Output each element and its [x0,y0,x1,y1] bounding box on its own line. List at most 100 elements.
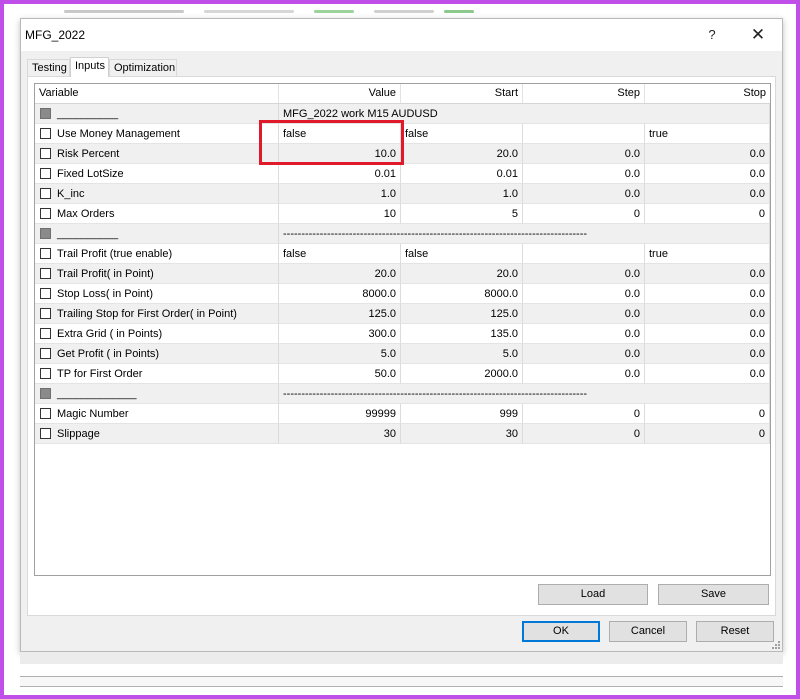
stop-cell[interactable]: 0.0 [645,264,770,284]
table-row[interactable]: Extra Grid ( in Points) 300.0 135.0 0.0 0.0 [35,324,770,344]
start-cell[interactable]: 5.0 [401,344,523,364]
stop-cell[interactable]: 0 [645,204,770,224]
optimize-checkbox[interactable] [40,288,51,299]
start-cell[interactable]: 5 [401,204,523,224]
start-cell[interactable]: 30 [401,424,523,444]
stop-cell[interactable]: 0.0 [645,144,770,164]
section-row[interactable]: _____________ ---------------------------… [35,384,770,404]
optimize-checkbox[interactable] [40,308,51,319]
tab-optimization[interactable]: Optimization [109,59,177,76]
start-cell[interactable]: 0.01 [401,164,523,184]
table-row[interactable]: Trailing Stop for First Order( in Point)… [35,304,770,324]
ok-button[interactable]: OK [522,621,600,642]
stop-cell[interactable]: 0.0 [645,184,770,204]
value-cell[interactable]: 1.0 [279,184,401,204]
optimize-checkbox[interactable] [40,268,51,279]
value-cell[interactable]: 0.01 [279,164,401,184]
start-cell[interactable]: 1.0 [401,184,523,204]
optimize-checkbox[interactable] [40,208,51,219]
stop-cell[interactable]: 0 [645,404,770,424]
column-header-variable[interactable]: Variable [35,84,279,103]
table-row[interactable]: Trail Profit( in Point) 20.0 20.0 0.0 0.0 [35,264,770,284]
optimize-checkbox[interactable] [40,248,51,259]
table-row[interactable]: TP for First Order 50.0 2000.0 0.0 0.0 [35,364,770,384]
step-cell[interactable]: 0.0 [523,144,645,164]
start-cell[interactable]: 20.0 [401,144,523,164]
table-row[interactable]: Use Money Management false false true [35,124,770,144]
step-cell[interactable]: 0.0 [523,344,645,364]
stop-cell[interactable]: 0.0 [645,304,770,324]
value-cell[interactable]: 125.0 [279,304,401,324]
step-cell[interactable]: 0.0 [523,304,645,324]
stop-cell[interactable]: 0.0 [645,344,770,364]
cancel-button[interactable]: Cancel [609,621,687,642]
value-cell[interactable]: 300.0 [279,324,401,344]
start-cell[interactable]: 135.0 [401,324,523,344]
step-cell[interactable]: 0.0 [523,284,645,304]
stop-cell[interactable]: 0.0 [645,164,770,184]
optimize-checkbox[interactable] [40,368,51,379]
reset-button[interactable]: Reset [696,621,774,642]
start-cell[interactable]: 999 [401,404,523,424]
table-row[interactable]: Max Orders 10 5 0 0 [35,204,770,224]
step-cell[interactable]: 0.0 [523,324,645,344]
step-cell[interactable]: 0 [523,424,645,444]
step-cell[interactable]: 0.0 [523,264,645,284]
step-cell[interactable]: 0.0 [523,164,645,184]
value-cell[interactable]: 5.0 [279,344,401,364]
step-cell[interactable] [523,244,645,264]
section-row[interactable]: __________ ------------------------------… [35,224,770,244]
optimize-checkbox[interactable] [40,348,51,359]
value-cell[interactable]: 50.0 [279,364,401,384]
table-row[interactable]: Magic Number 99999 999 0 0 [35,404,770,424]
step-cell[interactable]: 0.0 [523,184,645,204]
optimize-checkbox[interactable] [40,408,51,419]
optimize-checkbox[interactable] [40,148,51,159]
value-cell[interactable]: 30 [279,424,401,444]
stop-cell[interactable]: 0.0 [645,364,770,384]
step-cell[interactable] [523,124,645,144]
help-button[interactable]: ? [697,23,727,47]
step-cell[interactable]: 0.0 [523,364,645,384]
value-cell[interactable]: false [279,124,401,144]
value-cell[interactable]: 10.0 [279,144,401,164]
table-row[interactable]: Trail Profit (true enable) false false true [35,244,770,264]
column-header-start[interactable]: Start [401,84,523,103]
column-header-step[interactable]: Step [523,84,645,103]
table-row[interactable]: Risk Percent 10.0 20.0 0.0 0.0 [35,144,770,164]
table-row[interactable]: Slippage 30 30 0 0 [35,424,770,444]
stop-cell[interactable]: true [645,244,770,264]
table-row[interactable]: Get Profit ( in Points) 5.0 5.0 0.0 0.0 [35,344,770,364]
value-cell[interactable]: 10 [279,204,401,224]
optimize-checkbox[interactable] [40,428,51,439]
start-cell[interactable]: 8000.0 [401,284,523,304]
stop-cell[interactable]: 0.0 [645,284,770,304]
table-row[interactable]: Fixed LotSize 0.01 0.01 0.0 0.0 [35,164,770,184]
step-cell[interactable]: 0 [523,204,645,224]
stop-cell[interactable]: 0 [645,424,770,444]
start-cell[interactable]: 125.0 [401,304,523,324]
start-cell[interactable]: false [401,124,523,144]
stop-cell[interactable]: 0.0 [645,324,770,344]
start-cell[interactable]: 20.0 [401,264,523,284]
start-cell[interactable]: 2000.0 [401,364,523,384]
column-header-stop[interactable]: Stop [645,84,770,103]
value-cell[interactable]: false [279,244,401,264]
save-button[interactable]: Save [658,584,769,605]
column-header-value[interactable]: Value [279,84,401,103]
section-row[interactable]: __________ MFG_2022 work M15 AUDUSD [35,104,770,124]
optimize-checkbox[interactable] [40,168,51,179]
start-cell[interactable]: false [401,244,523,264]
table-row[interactable]: K_inc 1.0 1.0 0.0 0.0 [35,184,770,204]
step-cell[interactable]: 0 [523,404,645,424]
value-cell[interactable]: 8000.0 [279,284,401,304]
stop-cell[interactable]: true [645,124,770,144]
tab-testing[interactable]: Testing [27,59,70,76]
optimize-checkbox[interactable] [40,128,51,139]
load-button[interactable]: Load [538,584,648,605]
table-row[interactable]: Stop Loss( in Point) 8000.0 8000.0 0.0 0.0 [35,284,770,304]
tab-inputs[interactable]: Inputs [70,57,109,77]
optimize-checkbox[interactable] [40,188,51,199]
value-cell[interactable]: 99999 [279,404,401,424]
resize-grip[interactable] [772,641,780,649]
